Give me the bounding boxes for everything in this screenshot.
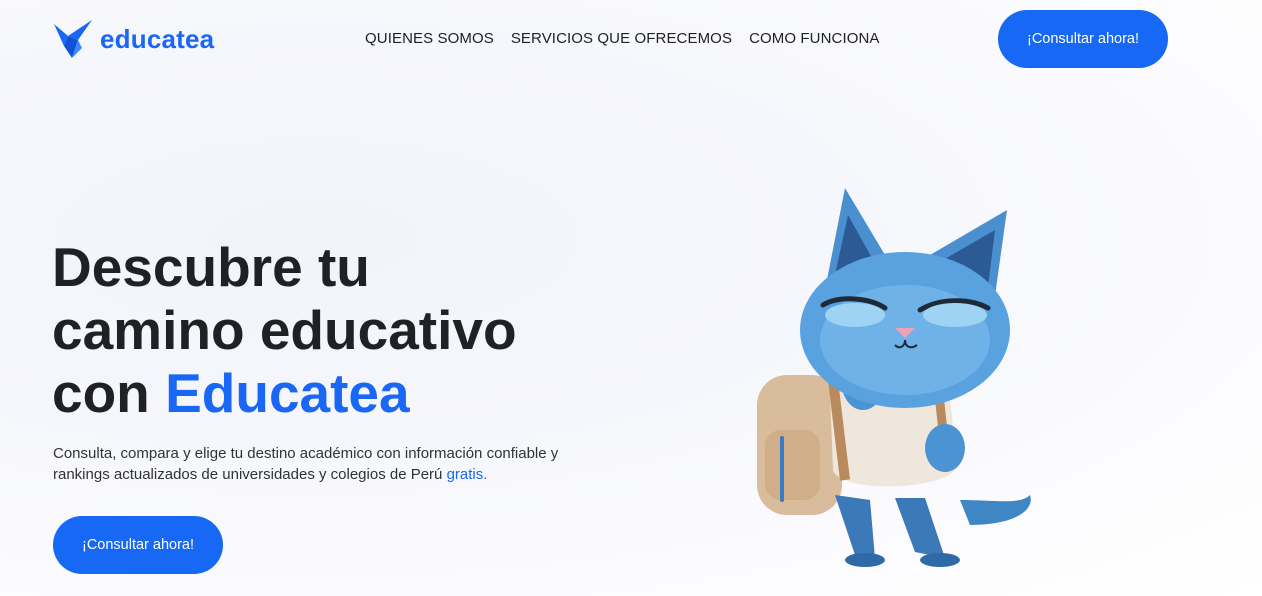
logo[interactable]: educatea: [52, 18, 214, 60]
cat-student-mascot: [757, 188, 1031, 567]
main-nav: QUIENES SOMOS SERVICIOS QUE OFRECEMOS CO…: [365, 30, 880, 47]
hero-title-line-2: camino educativo: [52, 299, 517, 361]
hero-consult-button[interactable]: ¡Consultar ahora!: [53, 516, 223, 574]
hero-title-line-3: con: [52, 362, 166, 424]
site-header: educatea QUIENES SOMOS SERVICIOS QUE OFR…: [0, 0, 1262, 80]
nav-item-quienes-somos[interactable]: QUIENES SOMOS: [365, 30, 494, 47]
header-consult-button[interactable]: ¡Consultar ahora!: [998, 10, 1168, 68]
hero-description: Consulta, compara y elige tu destino aca…: [53, 443, 613, 485]
origami-bird-icon: [54, 20, 92, 58]
nav-item-como-funciona[interactable]: COMO FUNCIONA: [749, 30, 879, 47]
logo-text: educatea: [100, 23, 215, 54]
hero-title-brand: Educatea: [165, 362, 410, 424]
hero-title: Descubre tu camino educativo con Educate…: [52, 236, 652, 425]
gratis-link[interactable]: gratis.: [447, 466, 488, 483]
nav-item-servicios[interactable]: SERVICIOS QUE OFRECEMOS: [511, 30, 732, 47]
hero-title-line-1: Descubre tu: [52, 236, 370, 298]
landing-page: educatea QUIENES SOMOS SERVICIOS QUE OFR…: [0, 0, 1262, 596]
